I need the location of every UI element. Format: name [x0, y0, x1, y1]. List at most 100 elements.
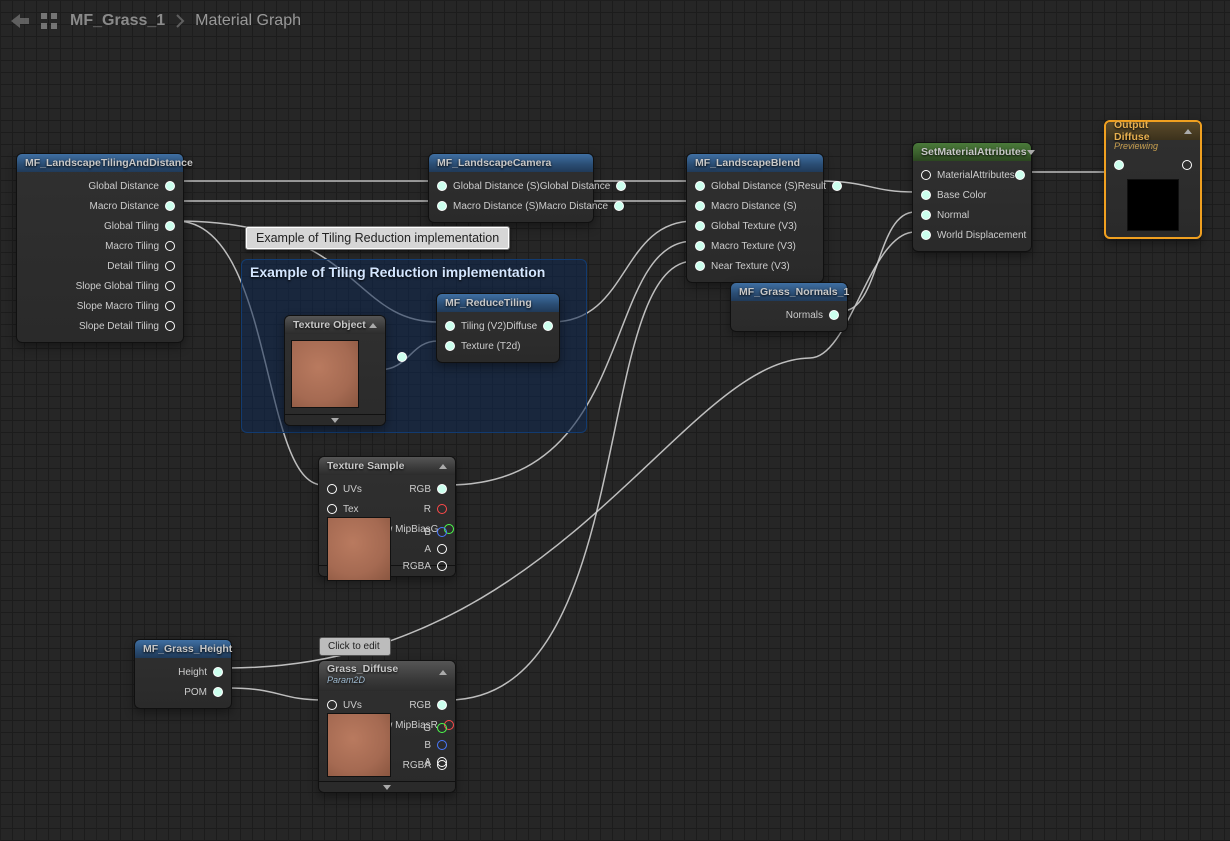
input-pin[interactable]	[327, 504, 337, 514]
pin-label: Texture (T2d)	[461, 341, 520, 352]
texture-preview	[327, 517, 391, 581]
asset-icon	[40, 13, 60, 29]
input-pin[interactable]	[1114, 160, 1124, 170]
node-title-text: Grass_Diffuse	[327, 663, 398, 675]
input-pin[interactable]	[695, 201, 705, 211]
output-pin[interactable]	[437, 544, 447, 554]
input-pin[interactable]	[921, 190, 931, 200]
pin-label: Macro Distance	[90, 201, 159, 212]
output-pin[interactable]	[437, 723, 447, 733]
input-pin[interactable]	[445, 341, 455, 351]
pin-label: Macro Texture (V3)	[711, 241, 796, 252]
node-title: Texture Object	[285, 316, 385, 334]
input-pin[interactable]	[921, 170, 931, 180]
output-pin[interactable]	[437, 561, 447, 571]
pin-label: UVs	[343, 484, 362, 495]
node-landscape-blend[interactable]: MF_LandscapeBlend Global Distance (S) Re…	[686, 153, 824, 283]
node-title: Texture Sample	[319, 457, 455, 475]
node-reduce-tiling[interactable]: MF_ReduceTiling Tiling (V2) Diffuse Text…	[436, 293, 560, 363]
chevron-up-icon[interactable]	[439, 464, 447, 469]
pin-label: RGB	[409, 484, 431, 495]
node-output-diffuse[interactable]: Output Diffuse Previewing	[1104, 120, 1202, 239]
pin-label: Global Distance (S)	[711, 181, 798, 192]
output-pin[interactable]	[165, 301, 175, 311]
chevron-up-icon[interactable]	[1184, 129, 1192, 134]
output-pin[interactable]	[213, 687, 223, 697]
pin-label: MaterialAttributes	[937, 170, 1015, 181]
node-landscape-tiling-distance[interactable]: MF_LandscapeTilingAndDistance Global Dis…	[16, 153, 184, 343]
input-pin[interactable]	[327, 700, 337, 710]
input-pin[interactable]	[695, 261, 705, 271]
node-set-material-attributes[interactable]: SetMaterialAttributes MaterialAttributes…	[912, 142, 1032, 252]
output-pin[interactable]	[614, 201, 624, 211]
output-pin[interactable]	[397, 352, 407, 362]
breadcrumb-asset[interactable]: MF_Grass_1	[70, 12, 165, 30]
pin-label: Normal	[937, 210, 969, 221]
chevron-down-icon[interactable]	[1027, 150, 1035, 155]
chevron-up-icon[interactable]	[439, 663, 447, 675]
wire-layer: (	[0, 0, 1230, 841]
node-subtitle: Previewing	[1106, 140, 1200, 155]
chevron-up-icon[interactable]	[369, 323, 377, 328]
input-pin[interactable]	[445, 321, 455, 331]
output-pin[interactable]	[437, 527, 447, 537]
output-pin[interactable]	[437, 504, 447, 514]
input-pin[interactable]	[437, 201, 447, 211]
node-grass-diffuse[interactable]: Grass_Diffuse Param2D UVsRGB Apply View …	[318, 660, 456, 793]
output-pin[interactable]	[543, 321, 553, 331]
material-graph-canvas[interactable]: MF_Grass_1 Material Graph ( MF_Landscape…	[0, 0, 1230, 841]
breadcrumb: MF_Grass_1 Material Graph	[10, 6, 301, 36]
texture-preview	[291, 340, 359, 408]
node-grass-normals[interactable]: MF_Grass_Normals_1 Normals	[730, 282, 848, 332]
collapse-bar[interactable]	[285, 414, 385, 425]
output-pin[interactable]	[165, 181, 175, 191]
pin-label: Slope Macro Tiling	[77, 301, 159, 312]
node-title: Output Diffuse	[1106, 122, 1200, 140]
node-title: MF_LandscapeTilingAndDistance	[17, 154, 183, 172]
node-texture-sample[interactable]: Texture Sample UVsRGB TexR Apply View Mi…	[318, 456, 456, 577]
output-pin[interactable]	[213, 667, 223, 677]
node-subtitle: Param2D	[327, 675, 365, 685]
comment-title[interactable]: Example of Tiling Reduction implementati…	[242, 260, 586, 284]
pin-label: Slope Detail Tiling	[79, 321, 159, 332]
output-pin[interactable]	[437, 760, 447, 770]
input-pin[interactable]	[695, 241, 705, 251]
node-texture-object[interactable]: Texture Object	[284, 315, 386, 426]
node-name-input[interactable]: Click to edit	[319, 637, 391, 656]
output-pin[interactable]	[165, 281, 175, 291]
back-arrow-icon[interactable]	[10, 13, 30, 29]
output-pin[interactable]	[1182, 160, 1192, 170]
output-pin[interactable]	[1015, 170, 1025, 180]
input-pin[interactable]	[437, 181, 447, 191]
collapse-bar[interactable]	[319, 781, 455, 792]
input-pin[interactable]	[695, 181, 705, 191]
input-pin[interactable]	[921, 230, 931, 240]
output-pin[interactable]	[165, 321, 175, 331]
output-pin[interactable]	[616, 181, 626, 191]
pin-label: UVs	[343, 700, 362, 711]
output-pin[interactable]	[832, 181, 842, 191]
node-grass-height[interactable]: MF_Grass_Height Height POM	[134, 639, 232, 709]
input-pin[interactable]	[327, 484, 337, 494]
output-pin[interactable]	[829, 310, 839, 320]
input-pin[interactable]	[695, 221, 705, 231]
pin-label: B	[424, 527, 431, 538]
output-pin[interactable]	[437, 740, 447, 750]
output-pin[interactable]	[165, 221, 175, 231]
pin-label: A	[424, 544, 431, 555]
output-pin[interactable]	[437, 700, 447, 710]
output-pin[interactable]	[437, 484, 447, 494]
pin-label: RGBA	[403, 561, 431, 572]
pin-label: G	[423, 723, 431, 734]
node-title: MF_ReduceTiling	[437, 294, 559, 312]
pin-label: B	[424, 740, 431, 751]
node-title[interactable]: SetMaterialAttributes	[913, 143, 1031, 161]
pin-label: Global Distance	[88, 181, 159, 192]
output-pin[interactable]	[165, 241, 175, 251]
node-title-text: SetMaterialAttributes	[921, 146, 1027, 158]
node-landscape-camera[interactable]: MF_LandscapeCamera Global Distance (S) G…	[428, 153, 594, 223]
output-pin[interactable]	[165, 261, 175, 271]
pin-label: Macro Distance (S)	[711, 201, 797, 212]
input-pin[interactable]	[921, 210, 931, 220]
output-pin[interactable]	[165, 201, 175, 211]
